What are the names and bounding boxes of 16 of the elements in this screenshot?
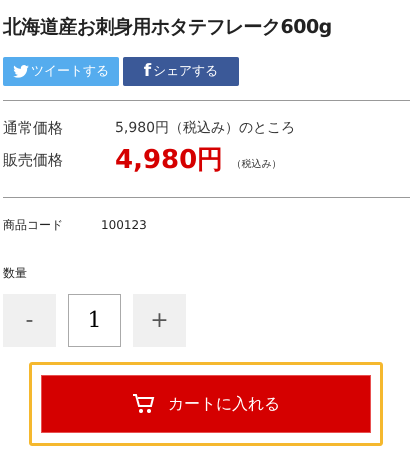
- add-to-cart-button[interactable]: カートに入れる: [41, 375, 371, 433]
- quantity-label: 数量: [3, 265, 28, 282]
- tax-note: （税込み）: [231, 158, 282, 172]
- product-title: 北海道産お刺身用ホタテフレーク600g: [3, 15, 333, 40]
- regular-price: 5,980円（税込み）のところ: [115, 118, 296, 138]
- plus-button[interactable]: +: [133, 294, 186, 347]
- minus-button[interactable]: -: [3, 294, 56, 347]
- price-label: 販売価格: [3, 150, 64, 171]
- product-code: 100123: [101, 217, 147, 234]
- cart-icon: [132, 393, 156, 415]
- code-label: 商品コード: [3, 217, 64, 234]
- sale-price: 4,980円: [115, 147, 224, 173]
- quantity-field[interactable]: 1: [68, 294, 121, 347]
- bird-icon: [13, 65, 29, 78]
- price-label: 通常価格: [3, 118, 64, 139]
- share-button[interactable]: f シェアする: [123, 57, 239, 86]
